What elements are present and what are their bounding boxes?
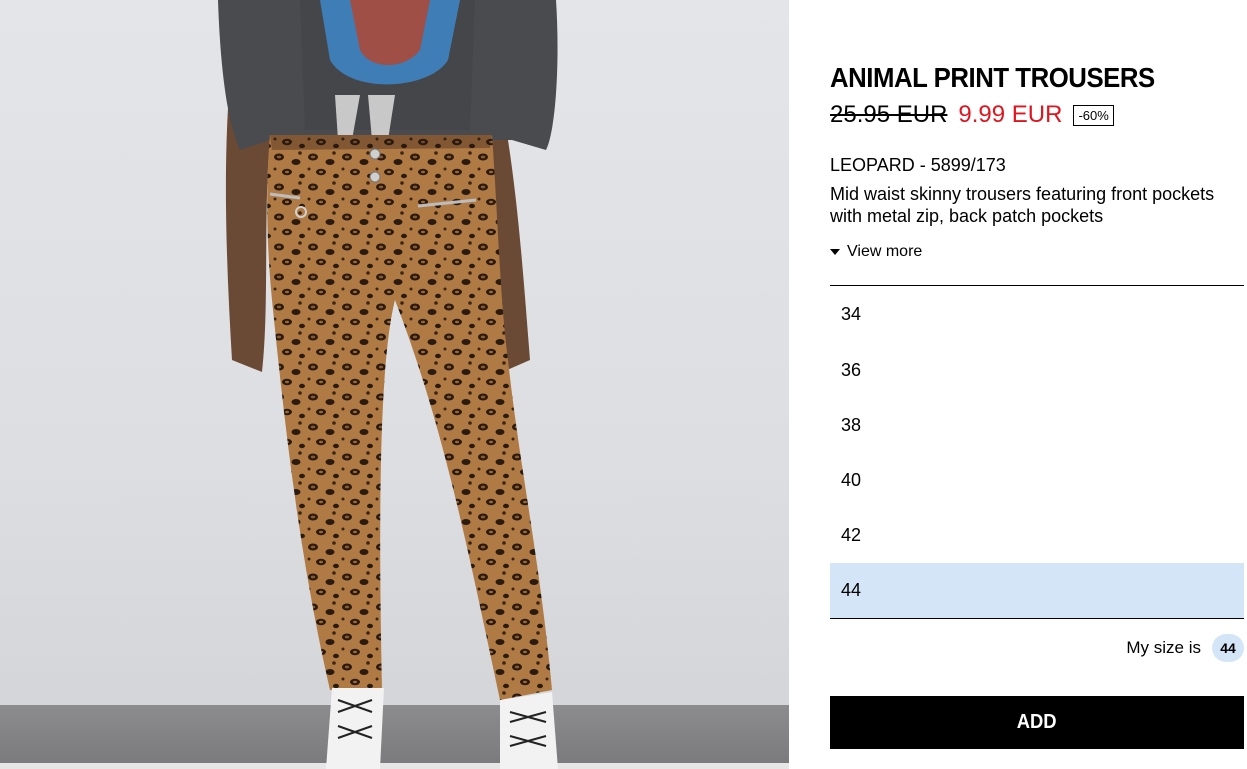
- view-more-toggle[interactable]: View more: [830, 243, 922, 261]
- view-more-label: View more: [847, 243, 923, 260]
- size-option[interactable]: 42: [830, 508, 1244, 563]
- my-size-label: My size is: [1126, 638, 1201, 657]
- discount-badge: -60%: [1073, 104, 1114, 126]
- size-option[interactable]: 40: [830, 453, 1244, 508]
- product-description: Mid waist skinny trousers featuring fron…: [830, 184, 1215, 226]
- old-price: 25.95 EUR: [830, 101, 948, 128]
- size-option[interactable]: 34: [830, 286, 1244, 343]
- add-to-cart-button[interactable]: ADD: [830, 696, 1244, 749]
- size-option[interactable]: 36: [830, 343, 1244, 398]
- product-image[interactable]: [0, 0, 789, 769]
- product-info-panel: ANIMAL PRINT TROUSERS 25.95 EUR 9.99 EUR…: [830, 0, 1244, 769]
- my-size-recommendation[interactable]: My size is 44: [1126, 634, 1244, 662]
- price-row: 25.95 EUR 9.99 EUR -60%: [830, 100, 1114, 130]
- model-illustration: [218, 0, 558, 769]
- product-title: ANIMAL PRINT TROUSERS: [830, 62, 1155, 93]
- sale-price: 9.99 EUR: [958, 101, 1063, 128]
- size-option[interactable]: 38: [830, 398, 1244, 453]
- my-size-badge: 44: [1212, 634, 1244, 662]
- size-option-selected[interactable]: 44: [830, 563, 1244, 618]
- product-reference: LEOPARD - 5899/173: [830, 155, 1006, 175]
- add-button-label: ADD: [1017, 711, 1057, 733]
- size-selector: 34 36 38 40 42 44: [830, 285, 1244, 619]
- caret-down-icon: [830, 249, 840, 255]
